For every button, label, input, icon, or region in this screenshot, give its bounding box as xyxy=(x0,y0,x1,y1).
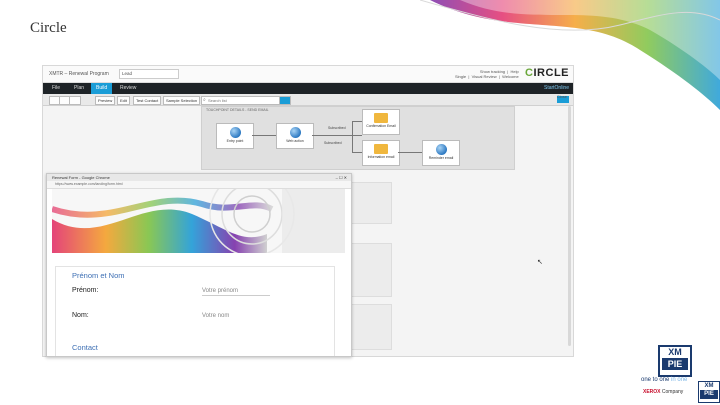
section-name-heading: Prénom et Nom xyxy=(72,271,125,280)
toolbar: Preview Edit Test Contact Sample Selecti… xyxy=(43,94,573,106)
side-panel-3 xyxy=(345,304,392,350)
tagline: one to one in one xyxy=(641,377,688,383)
browser-titlebar: Renewal Form - Google Chrome – ☐ ✕ xyxy=(47,174,351,181)
window-controls-icon[interactable]: – ☐ ✕ xyxy=(336,174,347,181)
nav-start-online[interactable]: StartOnline xyxy=(544,83,569,94)
nav-file[interactable]: File xyxy=(47,83,65,94)
project-name: XMTR – Renewal Program xyxy=(49,71,109,77)
workflow-canvas: TOUCHPOINT DETAILS - SEND EMAIL Entry po… xyxy=(201,106,515,170)
vertical-scrollbar[interactable] xyxy=(568,106,571,346)
envelope-icon xyxy=(374,144,388,154)
node-information-email[interactable]: Information email xyxy=(362,140,400,166)
logo-rest: IRCLE xyxy=(533,67,569,79)
workflow-title: TOUCHPOINT DETAILS - SEND EMAIL xyxy=(206,108,269,112)
globe-icon xyxy=(229,127,241,138)
edge-5 xyxy=(398,152,422,153)
form-card: Prénom et Nom Prénom: Votre prénom Nom: … xyxy=(55,266,335,356)
edge-1 xyxy=(252,135,276,136)
xmpie-logo: XM PIE xyxy=(658,345,692,377)
prenom-input[interactable]: Votre prénom xyxy=(202,288,270,296)
globe-icon xyxy=(289,127,301,138)
edge-label-2: Subscribed xyxy=(324,141,342,145)
edge-2 xyxy=(312,135,362,136)
envelope-icon xyxy=(374,113,388,123)
main-nav: File Plan Build Review StartOnline xyxy=(43,83,573,94)
edge-branch xyxy=(352,121,353,153)
edge-label-1: Subscribed xyxy=(328,126,346,130)
project-select[interactable]: Lead xyxy=(119,69,179,79)
nav-plan[interactable]: Plan xyxy=(69,83,89,94)
node-reminder-email[interactable]: Reminder email xyxy=(422,140,460,166)
node-confirmation-email[interactable]: Confirmation Email xyxy=(362,109,400,135)
banner-image xyxy=(52,189,345,253)
edge-3 xyxy=(352,121,362,122)
go-button[interactable] xyxy=(279,96,291,105)
circle-logo: CIRCLE xyxy=(525,67,569,79)
section-contact-heading: Contact xyxy=(72,343,98,352)
slide-title: Circle xyxy=(30,20,67,36)
address-bar[interactable]: https://www.example.com/landing/form.htm… xyxy=(47,181,351,189)
search-icon: ⌕ xyxy=(203,97,206,103)
search-placeholder: Search list xyxy=(208,98,227,103)
preview-button[interactable]: Preview xyxy=(95,96,116,105)
mouse-cursor-icon: ↖ xyxy=(537,259,543,266)
app-header: XMTR – Renewal Program Lead Show trackin… xyxy=(43,66,573,83)
sample-selection-button[interactable]: Sample Selection xyxy=(163,96,201,105)
nav-build[interactable]: Build xyxy=(91,83,113,94)
xerox-brand: XEROX Company xyxy=(643,389,684,395)
node-entry[interactable]: Entry point xyxy=(216,123,254,149)
toolbar-icon-3[interactable] xyxy=(69,96,81,105)
browser-title: Renewal Form - Google Chrome xyxy=(52,175,110,180)
logo-c: C xyxy=(525,67,534,79)
xmpie-logo-small: XM PIE xyxy=(698,381,720,403)
side-panel-2 xyxy=(345,243,392,297)
search-input[interactable]: ⌕ Search list xyxy=(201,96,283,105)
nom-label: Nom: xyxy=(72,312,89,319)
user-info[interactable]: Show tracking | Help Single | Visual Rev… xyxy=(455,69,519,79)
edge-4 xyxy=(352,152,362,153)
nav-review[interactable]: Review xyxy=(115,83,141,94)
prenom-label: Prénom: xyxy=(72,287,99,294)
nom-input[interactable]: Votre nom xyxy=(202,313,270,320)
node-web-action[interactable]: Web action xyxy=(276,123,314,149)
close-panel-link[interactable]: Close xyxy=(557,94,567,99)
xmpie-logo-xm: XM xyxy=(668,347,682,357)
test-contact-button[interactable]: Test Contact xyxy=(133,96,162,105)
side-panel-1 xyxy=(345,182,392,224)
edit-button[interactable]: Edit xyxy=(117,96,130,105)
globe-icon xyxy=(435,144,447,155)
browser-popup: Renewal Form - Google Chrome – ☐ ✕ https… xyxy=(46,173,352,357)
xmpie-logo-pie: PIE xyxy=(662,358,688,370)
